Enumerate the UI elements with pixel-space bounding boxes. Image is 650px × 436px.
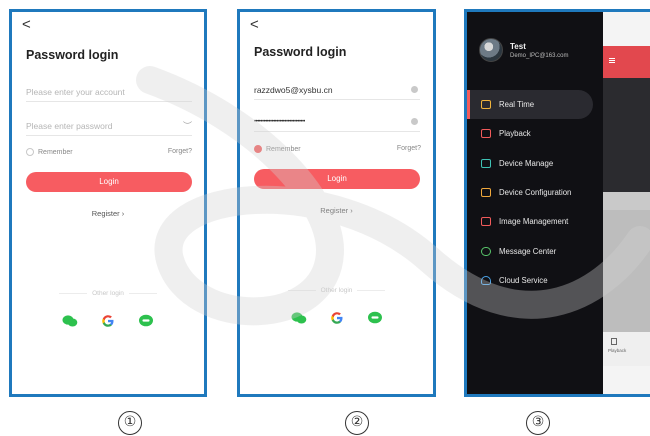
account-input[interactable]: Please enter your account xyxy=(26,84,192,102)
background-app-content: Playback xyxy=(603,12,650,394)
playback-tab-icon xyxy=(611,338,617,345)
menu-item-label: Device Manage xyxy=(499,158,554,168)
account-placeholder: Please enter your account xyxy=(26,87,125,97)
user-email: Demo_IPC@163.com xyxy=(510,52,569,59)
password-value: •••••••••••••••••••••••••••••••• xyxy=(254,119,306,125)
menu-item-label: Message Center xyxy=(499,246,557,256)
menu-item-label: Image Management xyxy=(499,217,569,227)
menu-icon xyxy=(609,58,615,59)
menu-item-label: Playback xyxy=(499,129,531,139)
menu-item-message-center[interactable]: Message Center xyxy=(467,236,592,265)
menu-item-label: Device Configuration xyxy=(499,188,572,198)
social-login-row xyxy=(12,312,204,330)
app-header-bar xyxy=(603,46,650,78)
clear-icon[interactable] xyxy=(411,86,418,93)
menu-item-device-manage[interactable]: Device Manage xyxy=(467,149,592,178)
avatar xyxy=(479,38,503,62)
remember-label: Remember xyxy=(38,148,73,156)
menu-item-device-configuration[interactable]: Device Configuration xyxy=(467,178,592,207)
device-list-area xyxy=(603,192,650,342)
login-screen-empty: < Password login Please enter your accou… xyxy=(9,9,207,397)
password-input[interactable]: Please enter password ︶ xyxy=(26,118,192,136)
register-link[interactable]: Register › xyxy=(240,206,433,215)
user-profile[interactable]: Test Demo_IPC@163.com xyxy=(479,38,568,62)
screenshot-composite: < Password login Please enter your accou… xyxy=(0,0,650,436)
register-link[interactable]: Register › xyxy=(12,209,204,218)
remember-radio[interactable] xyxy=(26,148,34,156)
menu-item-playback[interactable]: Playback xyxy=(467,119,592,148)
back-button[interactable]: < xyxy=(22,16,31,33)
line-icon[interactable] xyxy=(366,309,384,327)
figure-label-2: ② xyxy=(345,411,369,435)
figure-label-1: ① xyxy=(118,411,142,435)
social-login-row xyxy=(240,309,433,327)
side-menu: Real Time Playback Device Manage Device … xyxy=(467,90,593,295)
other-login-label: Other login xyxy=(12,290,204,297)
menu-item-real-time[interactable]: Real Time xyxy=(467,90,593,120)
account-input[interactable]: razzdwo5@xysbu.cn xyxy=(254,82,420,100)
device-config-icon xyxy=(481,188,491,198)
password-input[interactable]: •••••••••••••••••••••••••••••••• xyxy=(254,114,420,132)
remember-radio-checked[interactable] xyxy=(254,145,262,153)
login-button[interactable]: Login xyxy=(26,172,192,192)
wechat-icon[interactable] xyxy=(61,312,79,330)
figure-label-3: ③ xyxy=(526,411,550,435)
google-icon[interactable] xyxy=(99,312,117,330)
menu-item-label: Cloud Service xyxy=(499,275,548,285)
wechat-icon[interactable] xyxy=(290,309,308,327)
playback-icon xyxy=(481,129,491,139)
user-name: Test xyxy=(510,41,526,51)
remember-label: Remember xyxy=(266,145,301,153)
playback-tab-label: Playback xyxy=(608,348,627,353)
realtime-icon xyxy=(481,100,491,110)
page-title: Password login xyxy=(26,48,119,62)
page-title: Password login xyxy=(254,45,347,59)
message-icon xyxy=(481,246,491,256)
device-manage-icon xyxy=(481,158,491,168)
menu-item-image-management[interactable]: Image Management xyxy=(467,207,592,236)
side-menu-screen: Playback Test Demo_IPC@163.com Real Time… xyxy=(464,9,650,397)
forgot-link[interactable]: Forget? xyxy=(168,148,192,155)
image-icon xyxy=(481,217,491,227)
account-value: razzdwo5@xysbu.cn xyxy=(254,85,333,95)
menu-item-cloud-service[interactable]: Cloud Service xyxy=(467,266,592,295)
forgot-link[interactable]: Forget? xyxy=(397,145,421,152)
eye-closed-icon[interactable]: ︶ xyxy=(183,118,192,134)
menu-item-label: Real Time xyxy=(499,100,535,110)
remember-toggle[interactable]: Remember xyxy=(254,145,301,153)
google-icon[interactable] xyxy=(328,309,346,327)
login-screen-filled: < Password login razzdwo5@xysbu.cn •••••… xyxy=(237,9,436,397)
remember-toggle[interactable]: Remember xyxy=(26,148,73,156)
device-list-header xyxy=(603,192,650,210)
other-login-label: Other login xyxy=(240,287,433,294)
login-button[interactable]: Login xyxy=(254,169,420,189)
cloud-icon xyxy=(481,275,491,285)
password-placeholder: Please enter password xyxy=(26,121,113,131)
back-button[interactable]: < xyxy=(250,16,259,33)
clear-icon[interactable] xyxy=(411,118,418,125)
line-icon[interactable] xyxy=(137,312,155,330)
